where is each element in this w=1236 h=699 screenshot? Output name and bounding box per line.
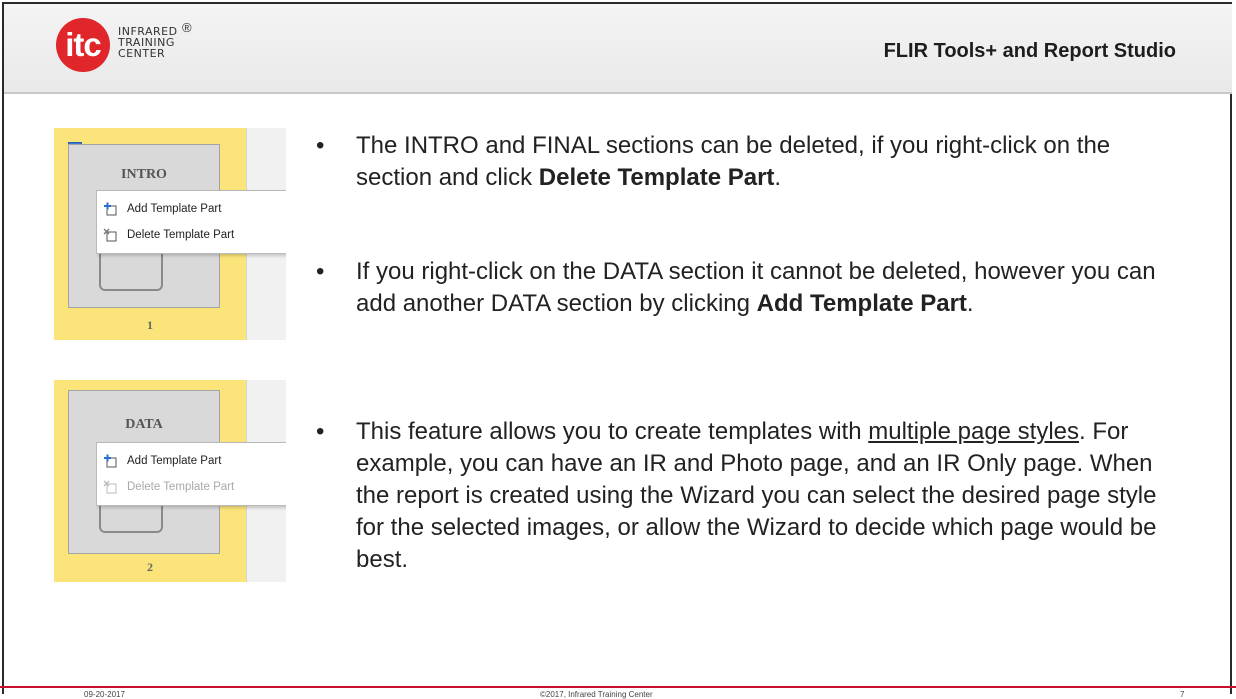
bullet-text: This feature allows you to create templa… xyxy=(356,416,1176,576)
bullet-underline-run: multiple page styles xyxy=(868,418,1080,445)
slide-header: itc INFRARED TRAINING CENTER ® FLIR Tool… xyxy=(4,4,1232,94)
bullet-bold-run: Add Template Part xyxy=(756,290,967,317)
slide-title: FLIR Tools+ and Report Studio xyxy=(883,40,1176,62)
logo-mark: itc xyxy=(56,18,110,72)
delete-part-icon xyxy=(103,228,117,242)
footer-divider xyxy=(0,686,1236,688)
slide-frame xyxy=(2,2,1232,694)
menu-item-delete-template-part: Delete Template Part xyxy=(97,474,286,500)
menu-item-delete-template-part[interactable]: Delete Template Part xyxy=(97,222,286,248)
page-number: 2 xyxy=(147,560,153,574)
bullet-bold-run: Delete Template Part xyxy=(538,164,775,191)
menu-item-label: Delete Template Part xyxy=(127,229,235,241)
bullet-text: The INTRO and FINAL sections can be dele… xyxy=(356,130,1176,194)
page-number: 1 xyxy=(147,318,153,332)
screenshot-data-context-menu: DATA 2 Add Template Part Delete Template… xyxy=(54,380,286,582)
add-part-icon xyxy=(104,454,117,468)
menu-item-label: Delete Template Part xyxy=(127,481,235,493)
logo-wordmark: INFRARED TRAINING CENTER xyxy=(118,26,238,59)
bullet-text-run: . xyxy=(774,164,782,191)
add-part-icon xyxy=(104,202,117,216)
bullet-marker: • xyxy=(316,132,325,159)
page-placeholder-shape xyxy=(99,249,163,291)
delete-part-icon xyxy=(103,480,117,494)
screenshot-intro-context-menu: ✓ INTRO 1 Add Template Part Delete Templ… xyxy=(54,128,286,340)
context-menu: Add Template Part Delete Template Part xyxy=(96,190,286,254)
section-label: INTRO xyxy=(121,167,167,182)
bullet-text-run: This feature allows you to create templa… xyxy=(356,418,869,445)
bullet-marker: • xyxy=(316,418,325,445)
bullet-marker: • xyxy=(316,258,325,285)
context-menu: Add Template Part Delete Template Part xyxy=(96,442,286,506)
bullet-text-run: . xyxy=(966,290,974,317)
menu-item-label: Add Template Part xyxy=(127,455,222,467)
menu-item-add-template-part[interactable]: Add Template Part xyxy=(97,448,286,474)
bullet-text: If you right-click on the DATA section i… xyxy=(356,256,1176,320)
logo-line-3: CENTER xyxy=(118,47,166,60)
registered-mark: ® xyxy=(182,20,192,35)
menu-item-add-template-part[interactable]: Add Template Part xyxy=(97,196,286,222)
menu-item-label: Add Template Part xyxy=(127,203,222,215)
section-label: DATA xyxy=(125,417,163,432)
